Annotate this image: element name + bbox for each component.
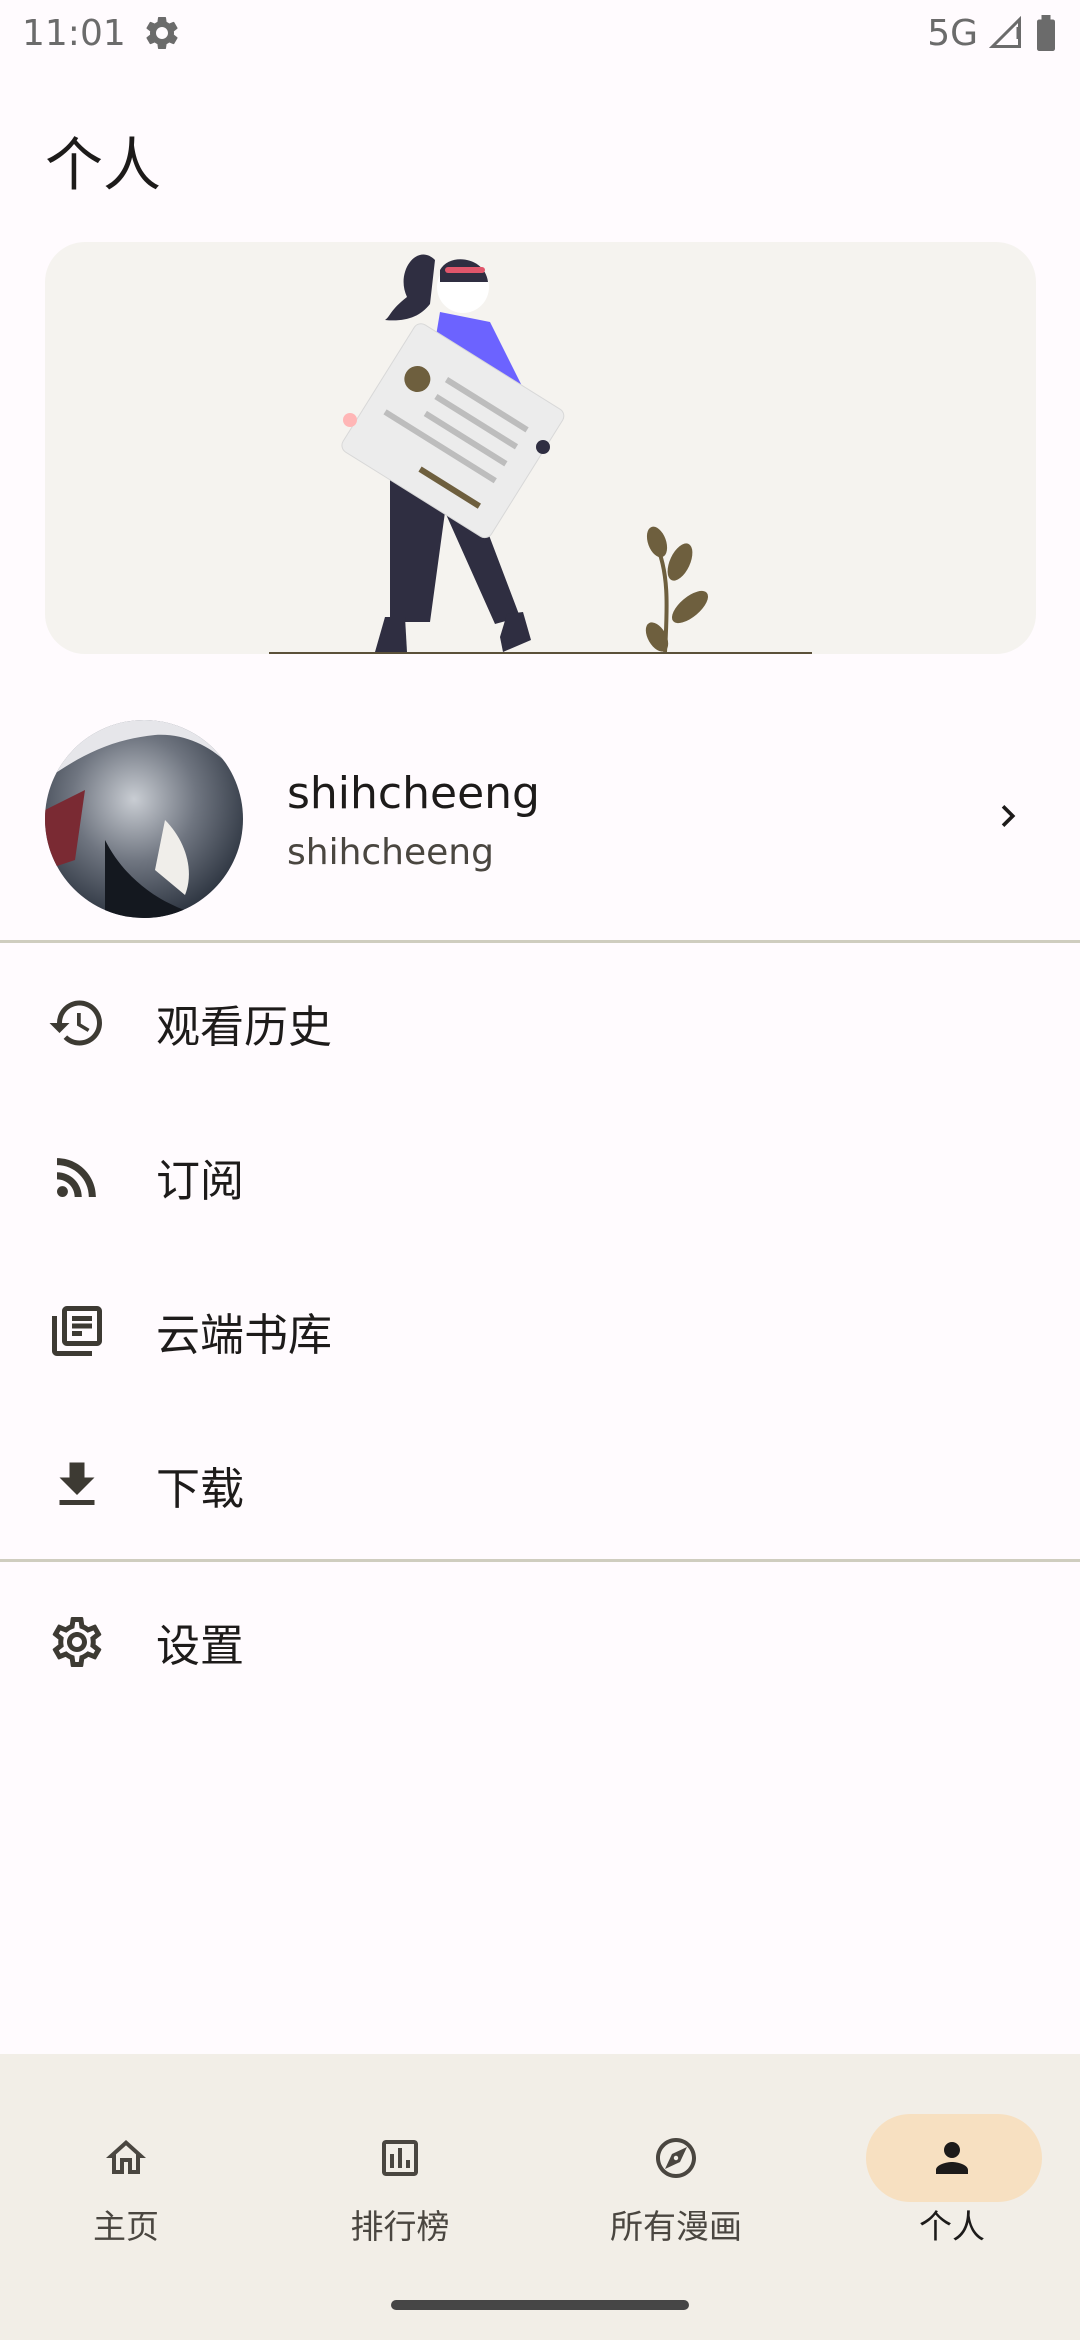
menu-item-download[interactable]: 下载 — [0, 1408, 1080, 1562]
library-icon — [47, 1301, 107, 1361]
profile-username: shihcheeng — [287, 832, 494, 873]
nav-label: 排行榜 — [350, 2207, 450, 2246]
signal-icon — [988, 15, 1024, 51]
menu-item-label: 下载 — [156, 1464, 244, 1515]
hero-banner — [45, 242, 1036, 654]
chevron-right-icon[interactable] — [986, 794, 1030, 838]
home-indicator[interactable] — [391, 2300, 689, 2310]
nav-item-profile[interactable]: 个人 — [822, 2084, 1080, 2246]
status-left: 11:01 — [22, 13, 182, 54]
menu-item-label: 观看历史 — [156, 1002, 332, 1053]
page-title: 个人 — [45, 131, 162, 199]
profile-name: shihcheeng — [287, 768, 540, 819]
history-icon — [47, 993, 107, 1053]
settings-gear-icon — [142, 13, 182, 53]
divider-top — [0, 940, 1080, 943]
nav-label: 个人 — [919, 2207, 985, 2246]
home-icon — [102, 2134, 150, 2182]
compass-icon — [652, 2134, 700, 2182]
nav-item-leaderboard[interactable]: 排行榜 — [270, 2084, 530, 2246]
person-icon — [928, 2134, 976, 2182]
bottom-navigation: 主页 排行榜 所有漫画 个人 — [0, 2054, 1080, 2340]
menu-item-history[interactable]: 观看历史 — [0, 946, 1080, 1100]
menu-item-label: 订阅 — [156, 1156, 244, 1207]
leaderboard-icon — [376, 2134, 424, 2182]
menu-item-settings[interactable]: 设置 — [0, 1565, 1080, 1719]
nav-label: 主页 — [93, 2207, 159, 2246]
rss-icon — [47, 1147, 107, 1207]
divider-bottom — [0, 1559, 1080, 1562]
menu-item-cloud-library[interactable]: 云端书库 — [0, 1254, 1080, 1408]
nav-item-all-comics[interactable]: 所有漫画 — [546, 2084, 806, 2246]
status-time: 11:01 — [22, 12, 126, 54]
avatar[interactable] — [45, 720, 243, 918]
settings-icon — [47, 1612, 107, 1672]
nav-label: 所有漫画 — [610, 2207, 742, 2246]
status-right: 5G — [927, 13, 1058, 54]
menu-item-label: 设置 — [156, 1621, 244, 1672]
battery-icon — [1034, 15, 1058, 51]
nav-item-home[interactable]: 主页 — [0, 2084, 256, 2246]
status-bar: 11:01 5G — [0, 0, 1080, 66]
menu-item-label: 云端书库 — [156, 1310, 332, 1361]
download-icon — [47, 1455, 107, 1515]
menu-item-subscribe[interactable]: 订阅 — [0, 1100, 1080, 1254]
network-type: 5G — [927, 12, 978, 54]
profile-row[interactable]: shihcheeng shihcheeng — [0, 720, 1080, 918]
hero-illustration — [269, 254, 812, 654]
